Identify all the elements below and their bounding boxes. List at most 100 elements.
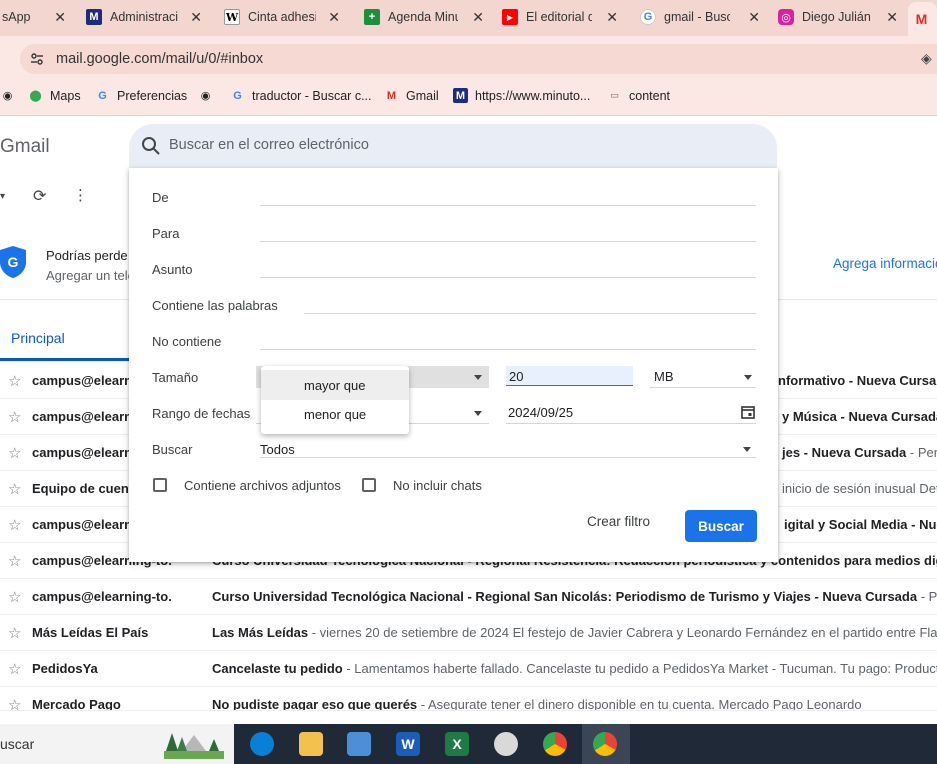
edge-icon[interactable] (250, 732, 274, 756)
excel-icon[interactable]: X (445, 732, 469, 756)
mail-row[interactable]: ☆ PedidosYa Cancelaste tu pedido - Lamen… (0, 651, 937, 687)
search-icon[interactable] (141, 136, 161, 156)
tab-youtube[interactable]: ▶ El editorial d ✕ (494, 0, 624, 34)
size-label: Tamaño (152, 370, 199, 385)
search-bar[interactable]: Buscar en el correo electrónico (129, 124, 777, 168)
bookmark-gmail[interactable]: M Gmail (384, 88, 439, 103)
to-label: Para (152, 226, 180, 241)
tab-title: Cinta adhesiva (248, 10, 316, 24)
from-field[interactable] (260, 205, 756, 206)
tab-whatsapp[interactable]: sApp ✕ (0, 0, 72, 34)
tab-wikipedia[interactable]: W Cinta adhesiva ✕ (216, 0, 346, 34)
option-less-than[interactable]: menor que (261, 399, 409, 429)
word-icon[interactable]: W (396, 732, 420, 756)
bookmark-label: content (629, 88, 671, 103)
star-icon[interactable]: ☆ (8, 408, 21, 426)
tab-title: Agenda Minuto (388, 10, 458, 24)
bookmark-preferencias[interactable]: G Preferencias (95, 88, 187, 103)
tab-gmail-search[interactable]: G gmail - Busca ✕ (632, 0, 766, 34)
star-icon[interactable]: ☆ (8, 696, 21, 710)
star-icon[interactable]: ☆ (8, 624, 21, 642)
create-filter-button[interactable]: Crear filtro (587, 514, 650, 529)
size-unit-select[interactable]: MB (654, 369, 674, 384)
mail-sender: campus@elearn (32, 409, 133, 424)
bookmark-globe[interactable]: ◉ (198, 88, 220, 103)
chevron-down-icon (474, 411, 482, 416)
tab-gmail-active[interactable]: M (908, 2, 937, 36)
gmail-logo[interactable]: Gmail (0, 136, 50, 158)
banner-subtitle: Agregar un tele (46, 268, 135, 283)
tab-title: sApp (2, 10, 31, 24)
mail-sender: Más Leídas El País (32, 625, 149, 640)
landscape-trees-icon (164, 733, 224, 759)
close-icon[interactable]: ✕ (190, 9, 202, 26)
star-icon[interactable]: ☆ (8, 552, 21, 570)
calendar-icon[interactable] (741, 405, 755, 419)
taskbar-search[interactable]: uscar (0, 724, 234, 764)
site-settings-icon[interactable] (30, 52, 44, 66)
mail-sender: campus@elearn (32, 373, 133, 388)
option-greater-than[interactable]: mayor que (261, 370, 409, 400)
star-icon[interactable]: ☆ (8, 588, 21, 606)
mail-row[interactable]: ☆ Más Leídas El País Las Más Leídas - vi… (0, 615, 937, 651)
store-icon[interactable] (347, 732, 371, 756)
tab-agenda[interactable]: + Agenda Minuto ✕ (356, 0, 490, 34)
has-words-field[interactable] (304, 313, 756, 314)
bookmark-globe-first[interactable]: ◉ (0, 88, 22, 103)
star-icon[interactable]: ☆ (8, 480, 21, 498)
chrome-active-icon[interactable] (593, 732, 617, 756)
close-icon[interactable]: ✕ (748, 9, 760, 26)
doesnt-have-label: No contiene (152, 334, 222, 349)
address-bar[interactable]: mail.google.com/mail/u/0/#inbox (20, 44, 937, 74)
bookmark-traductor[interactable]: G traductor - Buscar c... (230, 88, 371, 103)
mail-snippet: - Lamentamos haberte fallado. Cancelaste… (342, 661, 937, 676)
search-in-select[interactable]: Todos (260, 442, 295, 457)
tab-instagram[interactable]: ◎ Diego Julián ✕ (770, 0, 904, 34)
tab-administracion[interactable]: M Administració ✕ (78, 0, 208, 34)
to-field[interactable] (260, 241, 756, 242)
star-icon[interactable]: ☆ (8, 660, 21, 678)
chrome-icon[interactable] (543, 732, 567, 756)
size-value-input[interactable] (506, 366, 633, 386)
search-button[interactable]: Buscar (685, 510, 757, 542)
select-dropdown-icon[interactable]: ▾ (0, 191, 5, 202)
bookmark-minuto[interactable]: M https://www.minuto... (453, 88, 590, 103)
close-icon[interactable]: ✕ (54, 9, 66, 26)
star-icon[interactable]: ☆ (8, 372, 21, 390)
mail-row[interactable]: ☆ campus@elearning-to. Curso Universidad… (0, 579, 937, 615)
bookmark-maps[interactable]: ⬤ Maps (28, 88, 80, 103)
close-icon[interactable]: ✕ (606, 9, 618, 26)
has-words-label: Contiene las palabras (152, 298, 278, 313)
refresh-icon[interactable]: ⟳ (33, 186, 46, 206)
mail-snippet: - Peri (909, 445, 937, 460)
bookmark-content[interactable]: ▭ content (607, 88, 670, 103)
close-icon[interactable]: ✕ (886, 9, 898, 26)
search-in-label: Buscar (152, 442, 193, 457)
maps-pin-icon: ⬤ (29, 90, 42, 102)
mail-subject-text: igital y Social Media - Nue (784, 517, 937, 532)
search-input[interactable]: Buscar en el correo electrónico (169, 137, 369, 153)
banner-action-link[interactable]: Agrega informació (833, 256, 937, 271)
star-icon[interactable]: ☆ (8, 516, 21, 534)
file-explorer-icon[interactable] (299, 732, 323, 756)
tab-principal[interactable]: Principal (11, 330, 65, 346)
mail-row[interactable]: ☆ Mercado Pago No pudiste pagar eso que … (0, 687, 937, 711)
close-icon[interactable]: ✕ (328, 9, 340, 26)
clock-app-icon[interactable] (494, 732, 518, 756)
url-text: mail.google.com/mail/u/0/#inbox (56, 51, 264, 67)
mail-subject-text: Las Más Leídas (212, 625, 309, 640)
has-attachment-checkbox[interactable] (153, 478, 167, 492)
subject-field[interactable] (260, 277, 756, 278)
doesnt-have-field[interactable] (260, 349, 756, 350)
m-logo-icon: M (453, 88, 468, 103)
date-value[interactable]: 2024/09/25 (508, 405, 573, 420)
mail-subject: No pudiste pagar eso que querés - Asegur… (212, 697, 862, 710)
star-icon[interactable]: ☆ (8, 444, 21, 462)
close-icon[interactable]: ✕ (472, 9, 484, 26)
search-in-underline (260, 457, 756, 458)
exclude-chats-checkbox[interactable] (362, 478, 376, 492)
tab-active-indicator (0, 358, 130, 361)
extension-icon[interactable]: ◈ (921, 50, 932, 67)
more-options-icon[interactable]: ⋮ (73, 186, 88, 204)
mail-subject: inicio de sesión inusual Dete (782, 481, 937, 496)
